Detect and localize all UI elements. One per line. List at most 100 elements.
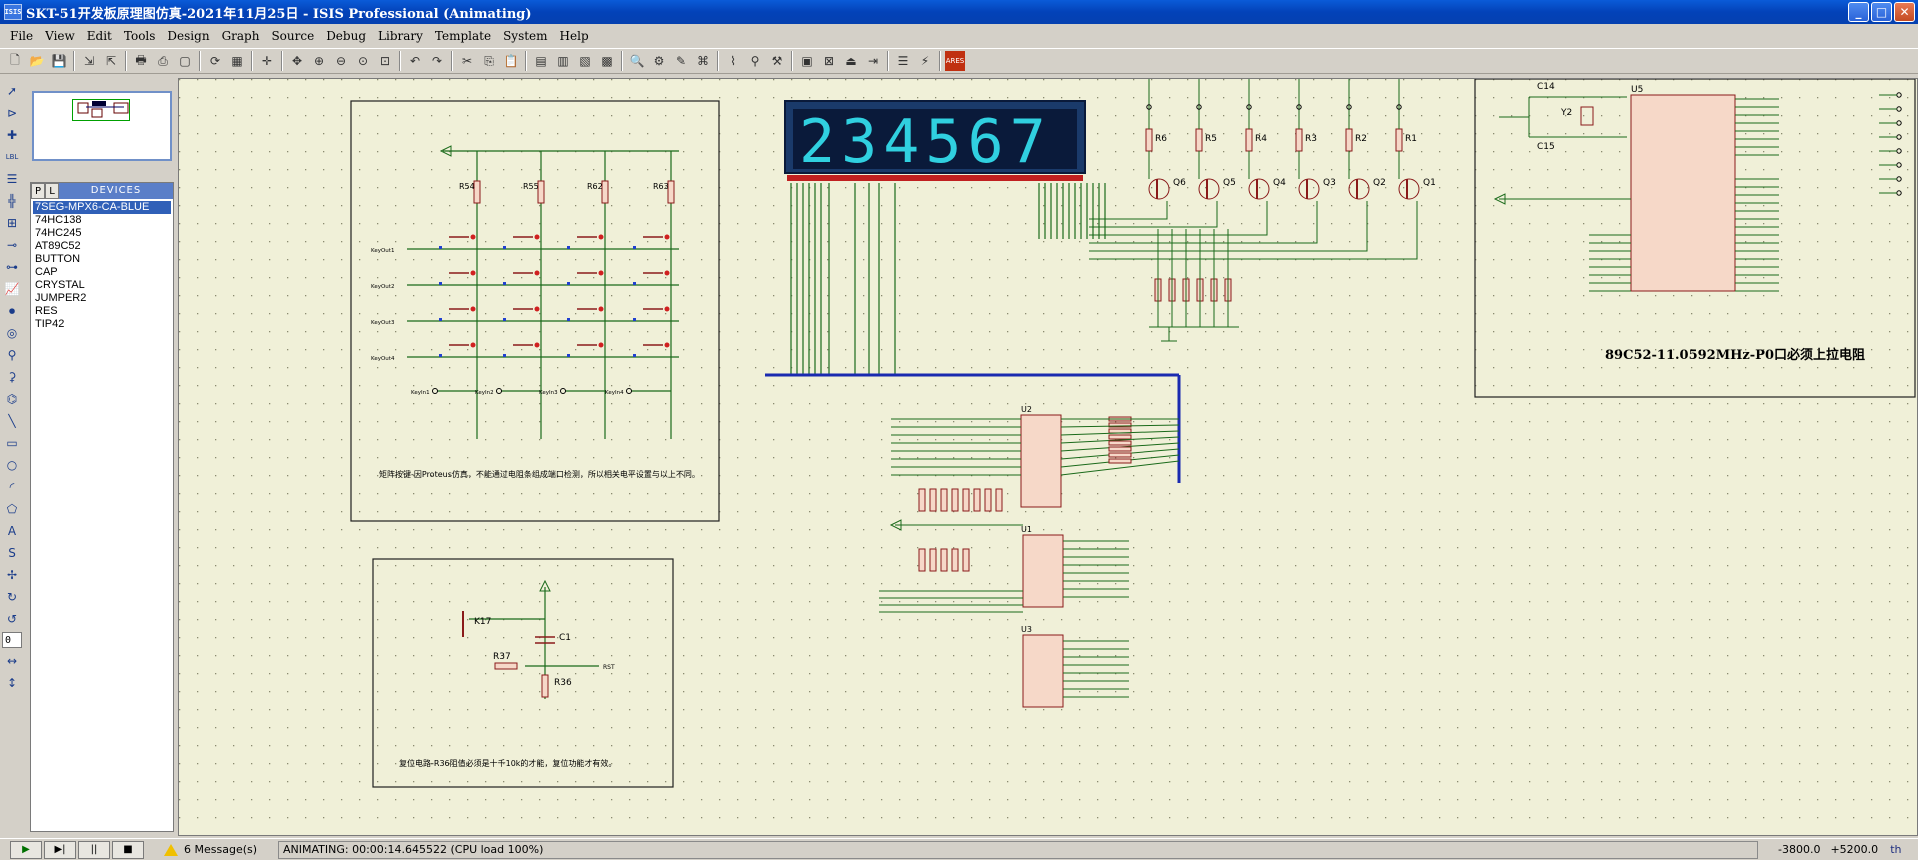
voltage-probe-icon[interactable]: ⚲ — [2, 345, 22, 365]
zoom-in-icon[interactable]: ⊕ — [309, 51, 329, 71]
device-list-item[interactable]: BUTTON — [33, 253, 171, 266]
print-setup-icon[interactable]: ⎙ — [153, 51, 173, 71]
block-delete-icon[interactable]: ▩ — [597, 51, 617, 71]
rotate-ccw-icon[interactable]: ↺ — [2, 609, 22, 629]
open-folder-icon[interactable]: 📂 — [27, 51, 47, 71]
mirror-x-icon[interactable]: ↔ — [2, 651, 22, 671]
chip-u1-74hc138[interactable]: U1 — [1021, 525, 1064, 608]
menu-library[interactable]: Library — [372, 26, 429, 46]
circle-icon[interactable]: ○ — [2, 455, 22, 475]
junction-dot-icon[interactable]: ✚ — [2, 125, 22, 145]
menu-file[interactable]: File — [4, 26, 39, 46]
cut-icon[interactable]: ✂ — [457, 51, 477, 71]
menu-design[interactable]: Design — [161, 26, 215, 46]
current-probe-icon[interactable]: ⚳ — [2, 367, 22, 387]
symbol-icon[interactable]: S — [2, 543, 22, 563]
menu-template[interactable]: Template — [429, 26, 497, 46]
path-icon[interactable]: ⬠ — [2, 499, 22, 519]
chip-u3-74hc138[interactable]: U3 — [1021, 625, 1064, 708]
device-list-item[interactable]: 7SEG-MPX6-CA-BLUE — [33, 201, 171, 214]
library-manager-button[interactable]: L — [45, 183, 59, 199]
device-pins-icon[interactable]: ⊶ — [2, 257, 22, 277]
graph-icon[interactable]: 📈 — [2, 279, 22, 299]
origin-icon[interactable]: ✛ — [257, 51, 277, 71]
print-icon[interactable]: 🖶 — [131, 51, 151, 71]
device-list-item[interactable]: 74HC138 — [33, 214, 171, 227]
pan-icon[interactable]: ✥ — [287, 51, 307, 71]
block-rotate-icon[interactable]: ▧ — [575, 51, 595, 71]
save-icon[interactable]: 💾 — [49, 51, 69, 71]
marker-icon[interactable]: ✢ — [2, 565, 22, 585]
menu-edit[interactable]: Edit — [81, 26, 118, 46]
close-button[interactable]: ✕ — [1894, 2, 1915, 22]
subcircuit-icon[interactable]: ⊞ — [2, 213, 22, 233]
import-icon[interactable]: ⇲ — [79, 51, 99, 71]
menu-debug[interactable]: Debug — [320, 26, 372, 46]
zoom-all-icon[interactable]: ⊙ — [353, 51, 373, 71]
minimize-button[interactable]: _ — [1848, 2, 1869, 22]
pick-devices-button[interactable]: P — [31, 183, 45, 199]
bus-icon[interactable]: ╬ — [2, 191, 22, 211]
property-assign-icon[interactable]: ⚒ — [767, 51, 787, 71]
package-tool-icon[interactable]: ✎ — [671, 51, 691, 71]
wire-autorouter-icon[interactable]: ⌇ — [723, 51, 743, 71]
generator-icon[interactable]: ◎ — [2, 323, 22, 343]
sheet-exit-icon[interactable]: ⏏ — [841, 51, 861, 71]
keypad-resistor[interactable] — [601, 180, 609, 204]
selection-mode-icon[interactable]: ➚ — [2, 81, 22, 101]
device-list-item[interactable]: TIP42 — [33, 318, 171, 331]
search-tag-icon[interactable]: ⚲ — [745, 51, 765, 71]
make-device-icon[interactable]: ⚙ — [649, 51, 669, 71]
device-list-item[interactable]: 74HC245 — [33, 227, 171, 240]
grid-icon[interactable]: ▦ — [227, 51, 247, 71]
device-list-item[interactable]: AT89C52 — [33, 240, 171, 253]
keypad-resistor[interactable] — [537, 180, 545, 204]
arc-icon[interactable]: ◜ — [2, 477, 22, 497]
virtual-instruments-icon[interactable]: ⌬ — [2, 389, 22, 409]
goto-sheet-icon[interactable]: ⇥ — [863, 51, 883, 71]
component-mode-icon[interactable]: ⊳ — [2, 103, 22, 123]
schematic-canvas[interactable]: R54 R55 R62 R63 KeyOut1 KeyOut2 KeyOut3 KeyOut4… — [178, 78, 1918, 836]
export-icon[interactable]: ⇱ — [101, 51, 121, 71]
messages-indicator[interactable]: 6 Message(s) — [164, 843, 264, 856]
text-icon[interactable]: A — [2, 521, 22, 541]
print-area-icon[interactable]: ▢ — [175, 51, 195, 71]
step-button[interactable]: ▶| — [44, 840, 76, 859]
remove-sheet-icon[interactable]: ⊠ — [819, 51, 839, 71]
new-file-icon[interactable]: 🗋 — [5, 51, 25, 71]
pause-button[interactable]: || — [78, 840, 110, 859]
keypad-resistor[interactable] — [667, 180, 675, 204]
new-sheet-icon[interactable]: ▣ — [797, 51, 817, 71]
maximize-button[interactable]: □ — [1871, 2, 1892, 22]
terminals-icon[interactable]: ⊸ — [2, 235, 22, 255]
box-icon[interactable]: ▭ — [2, 433, 22, 453]
menu-tools[interactable]: Tools — [118, 26, 162, 46]
keypad-resistor[interactable] — [473, 180, 481, 204]
rotate-cw-icon[interactable]: ↻ — [2, 587, 22, 607]
menu-view[interactable]: View — [39, 26, 81, 46]
netlist-to-ares-icon[interactable]: ARES — [945, 51, 965, 71]
block-copy-icon[interactable]: ▤ — [531, 51, 551, 71]
mirror-y-icon[interactable]: ↕ — [2, 673, 22, 693]
stop-button[interactable]: ■ — [112, 840, 144, 859]
pick-device-icon[interactable]: 🔍 — [627, 51, 647, 71]
block-move-icon[interactable]: ▥ — [553, 51, 573, 71]
tape-recorder-icon[interactable]: ⏺ — [2, 301, 22, 321]
overview-window[interactable] — [32, 91, 172, 161]
device-list-item[interactable]: RES — [33, 305, 171, 318]
menu-system[interactable]: System — [497, 26, 553, 46]
electrical-rules-icon[interactable]: ⚡ — [915, 51, 935, 71]
device-list-item[interactable]: CRYSTAL — [33, 279, 171, 292]
schematic-drawing[interactable]: R54 R55 R62 R63 KeyOut1 KeyOut2 KeyOut3 KeyOut4… — [179, 79, 1918, 836]
zoom-out-icon[interactable]: ⊖ — [331, 51, 351, 71]
line-icon[interactable]: ╲ — [2, 411, 22, 431]
menu-source[interactable]: Source — [265, 26, 320, 46]
device-list-item[interactable]: JUMPER2 — [33, 292, 171, 305]
bill-of-materials-icon[interactable]: ☰ — [893, 51, 913, 71]
device-list-item[interactable]: CAP — [33, 266, 171, 279]
refresh-icon[interactable]: ⟳ — [205, 51, 225, 71]
undo-icon[interactable]: ↶ — [405, 51, 425, 71]
redo-icon[interactable]: ↷ — [427, 51, 447, 71]
seven-segment-display[interactable]: 234567 — [784, 100, 1086, 181]
copy-icon[interactable]: ⎘ — [479, 51, 499, 71]
